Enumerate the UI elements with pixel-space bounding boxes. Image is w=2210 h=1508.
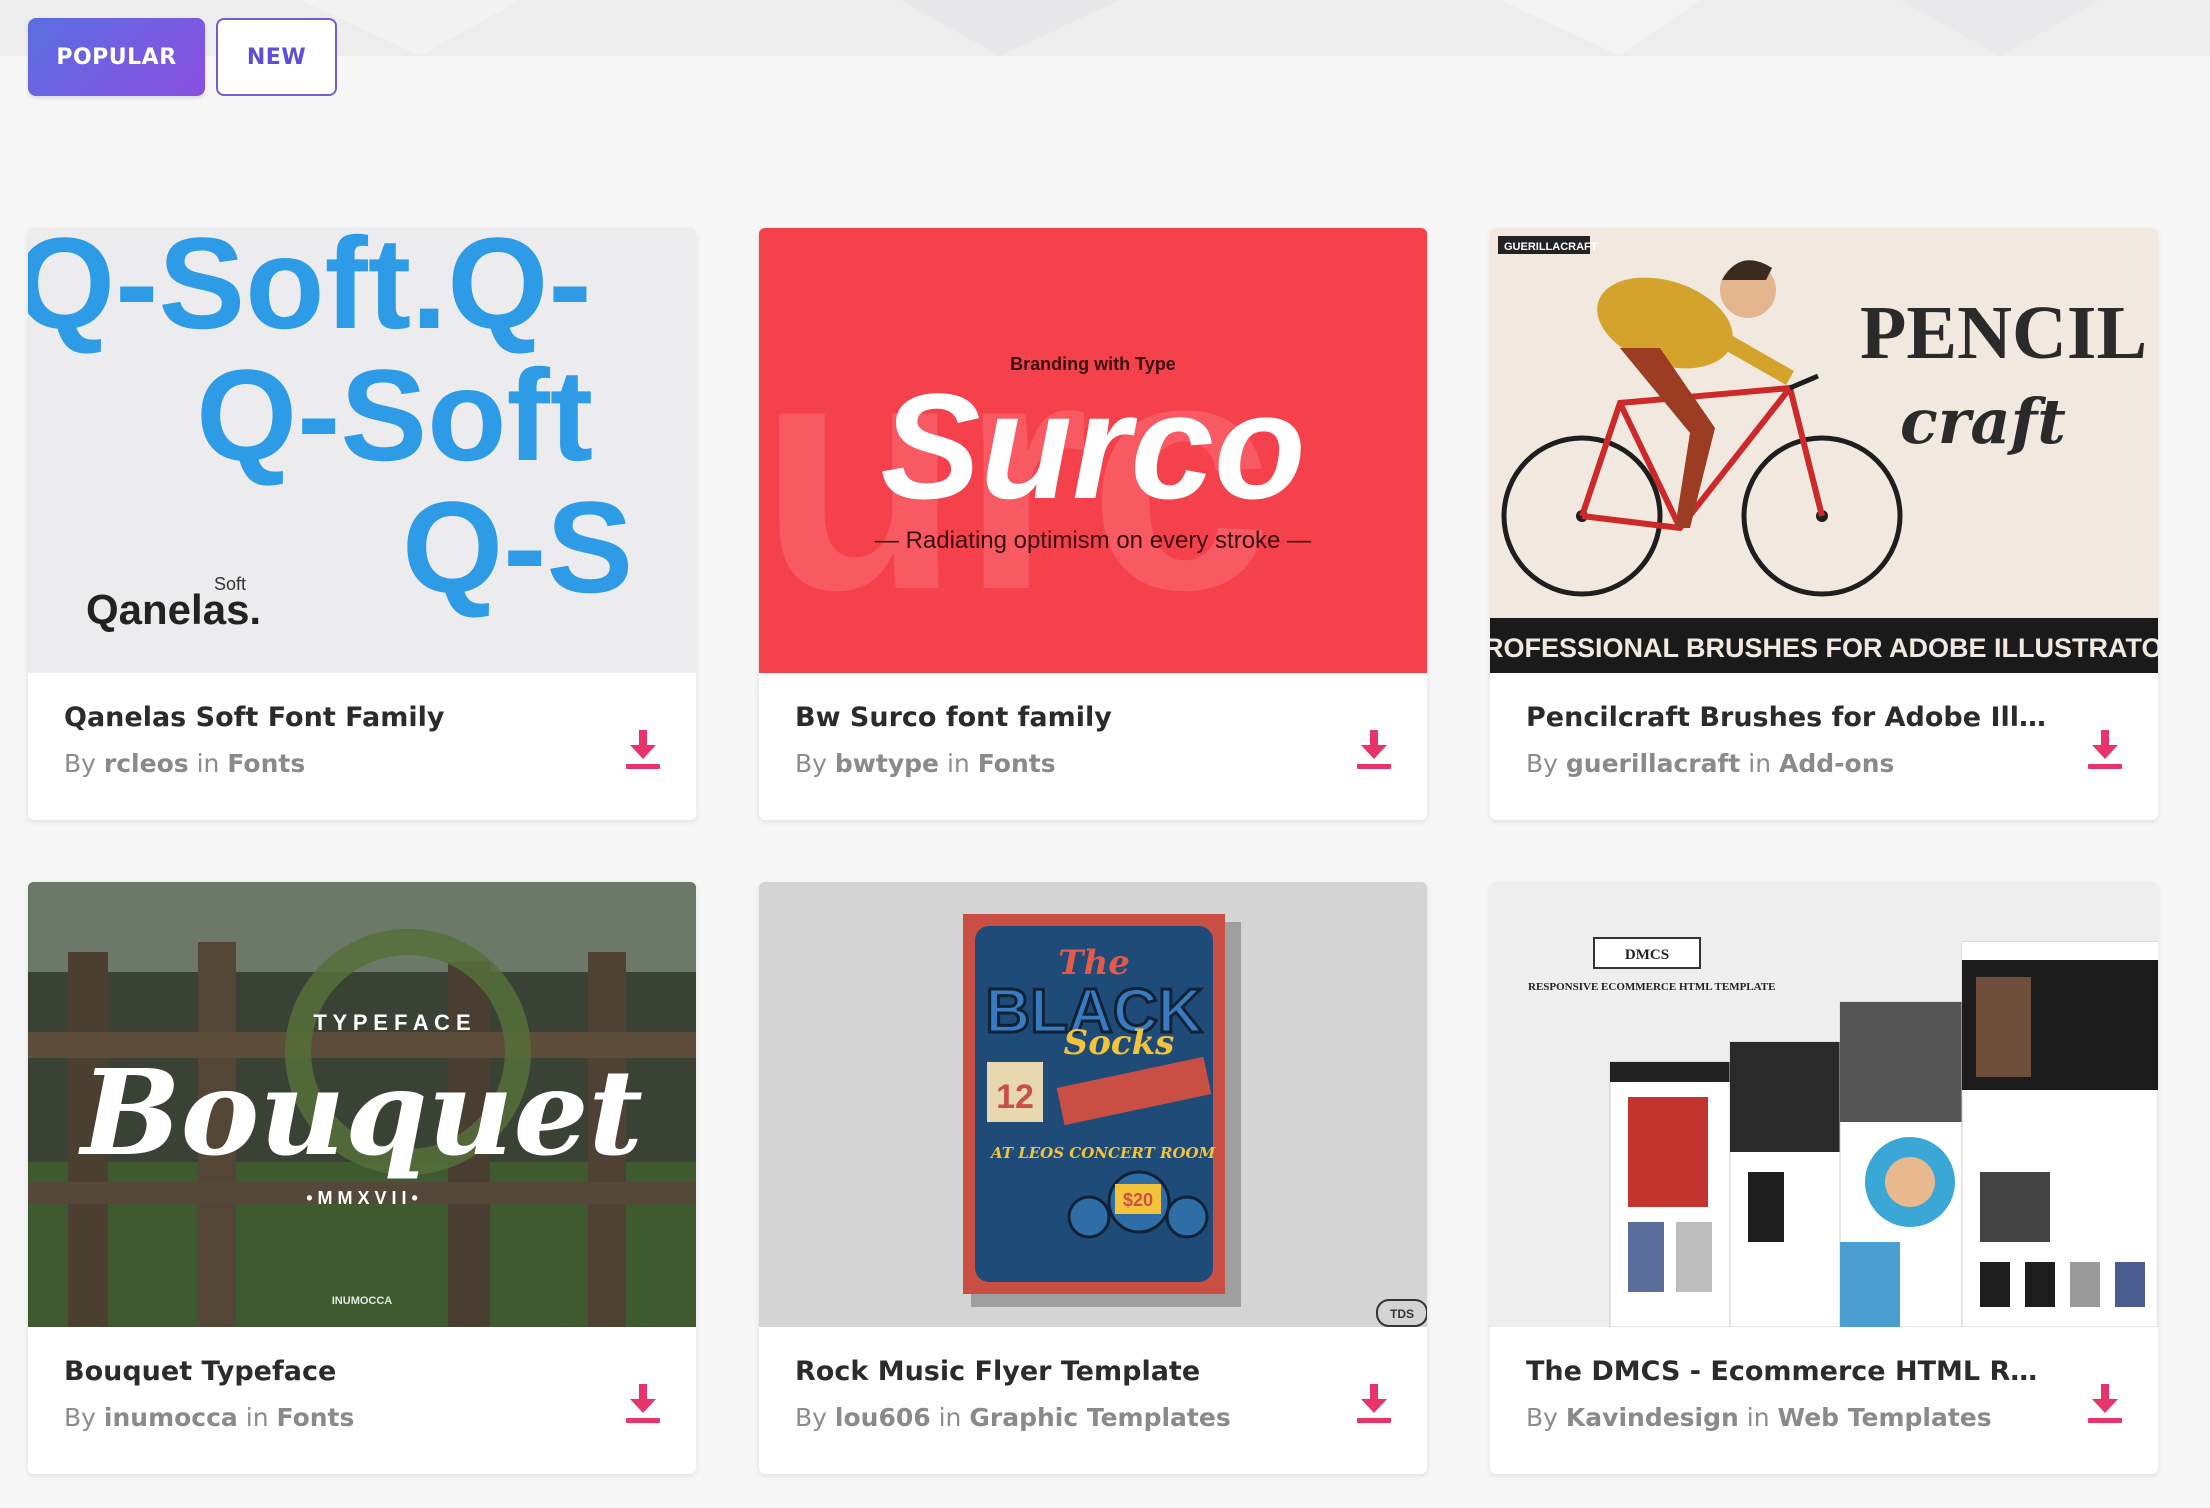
qanelas-preview-image: Q-Soft.Q- Q-Soft Q-S Soft Qanelas. — [28, 228, 696, 673]
download-icon — [626, 730, 660, 769]
item-byline: By lou606 in Graphic Templates — [795, 1403, 1231, 1432]
svg-text:12: 12 — [996, 1078, 1034, 1116]
download-button[interactable] — [624, 728, 662, 770]
item-card: GUERILLACRAFT PENCIL craft PROFESSIONAL … — [1490, 228, 2158, 820]
item-byline: By Kavindesign in Web Templates — [1526, 1403, 1992, 1432]
item-grid: Q-Soft.Q- Q-Soft Q-S Soft Qanelas. Qanel… — [28, 228, 2158, 1474]
svg-text:PENCIL: PENCIL — [1860, 291, 2147, 375]
svg-text:Qanelas.: Qanelas. — [86, 586, 261, 633]
category-link[interactable]: Fonts — [227, 749, 305, 778]
svg-text:INUMOCCA: INUMOCCA — [332, 1295, 393, 1307]
item-byline: By bwtype in Fonts — [795, 749, 1056, 778]
surco-preview-image: urc Branding with Type Surco — Radiating… — [759, 228, 1427, 673]
svg-text:Socks: Socks — [1064, 1023, 1175, 1063]
download-button[interactable] — [2086, 728, 2124, 770]
svg-text:T Y P E F A C E: T Y P E F A C E — [313, 1010, 470, 1035]
category-link[interactable]: Graphic Templates — [969, 1403, 1230, 1432]
rock-flyer-preview-image: The BLACK Socks 12 AT LEOS CONCERT ROOM … — [759, 882, 1427, 1327]
pencilcraft-preview-image: GUERILLACRAFT PENCIL craft PROFESSIONAL … — [1490, 228, 2158, 673]
author-link[interactable]: rcleos — [104, 749, 189, 778]
download-icon — [1357, 1384, 1391, 1423]
author-link[interactable]: Kavindesign — [1566, 1403, 1739, 1432]
sort-tabs: POPULAR NEW — [28, 18, 337, 96]
category-link[interactable]: Fonts — [978, 749, 1056, 778]
item-card: Q-Soft.Q- Q-Soft Q-S Soft Qanelas. Qanel… — [28, 228, 696, 820]
bouquet-preview-image: T Y P E F A C E Bouquet • M M X V I I • … — [28, 882, 696, 1327]
author-link[interactable]: guerillacraft — [1566, 749, 1740, 778]
item-thumbnail[interactable]: GUERILLACRAFT PENCIL craft PROFESSIONAL … — [1490, 228, 2158, 673]
svg-text:AT LEOS CONCERT ROOM: AT LEOS CONCERT ROOM — [989, 1144, 1216, 1162]
svg-text:PROFESSIONAL BRUSHES FOR ADOBE: PROFESSIONAL BRUSHES FOR ADOBE ILLUSTRAT… — [1490, 633, 2158, 663]
svg-text:• M M X V I I •: • M M X V I I • — [306, 1188, 418, 1208]
download-button[interactable] — [1355, 728, 1393, 770]
svg-text:DMCS: DMCS — [1625, 947, 1669, 963]
download-icon — [626, 1384, 660, 1423]
author-link[interactable]: bwtype — [835, 749, 939, 778]
item-title[interactable]: Bouquet Typeface — [64, 1356, 586, 1387]
svg-text:TDS: TDS — [1390, 1307, 1414, 1321]
dmcs-preview-image: DMCS RESPONSIVE ECOMMERCE HTML TEMPLATE — [1490, 882, 2158, 1327]
category-link[interactable]: Fonts — [277, 1403, 355, 1432]
download-icon — [2088, 1384, 2122, 1423]
item-card: The BLACK Socks 12 AT LEOS CONCERT ROOM … — [759, 882, 1427, 1474]
item-title[interactable]: Pencilcraft Brushes for Adobe Illust... — [1526, 702, 2048, 733]
author-link[interactable]: inumocca — [104, 1403, 238, 1432]
author-link[interactable]: lou606 — [835, 1403, 931, 1432]
svg-text:Q-Soft: Q-Soft — [196, 342, 593, 488]
download-icon — [2088, 730, 2122, 769]
svg-text:craft: craft — [1900, 385, 2066, 458]
item-title[interactable]: Qanelas Soft Font Family — [64, 702, 586, 733]
download-button[interactable] — [624, 1382, 662, 1424]
item-byline: By rcleos in Fonts — [64, 749, 306, 778]
item-title[interactable]: The DMCS - Ecommerce HTML Resp... — [1526, 1356, 2048, 1387]
svg-text:Surco: Surco — [880, 362, 1305, 530]
svg-text:GUERILLACRAFT: GUERILLACRAFT — [1504, 241, 1598, 253]
item-byline: By guerillacraft in Add-ons — [1526, 749, 1895, 778]
item-thumbnail[interactable]: Q-Soft.Q- Q-Soft Q-S Soft Qanelas. — [28, 228, 696, 673]
download-button[interactable] — [2086, 1382, 2124, 1424]
item-thumbnail[interactable]: urc Branding with Type Surco — Radiating… — [759, 228, 1427, 673]
tab-popular[interactable]: POPULAR — [28, 18, 205, 96]
svg-text:RESPONSIVE ECOMMERCE HTML TEMP: RESPONSIVE ECOMMERCE HTML TEMPLATE — [1528, 981, 1775, 993]
svg-text:$20: $20 — [1123, 1190, 1153, 1210]
category-link[interactable]: Add-ons — [1779, 749, 1894, 778]
item-card: urc Branding with Type Surco — Radiating… — [759, 228, 1427, 820]
item-card: DMCS RESPONSIVE ECOMMERCE HTML TEMPLATE — [1490, 882, 2158, 1474]
svg-text:Q-S: Q-S — [402, 474, 633, 620]
item-thumbnail[interactable]: T Y P E F A C E Bouquet • M M X V I I • … — [28, 882, 696, 1327]
download-button[interactable] — [1355, 1382, 1393, 1424]
item-title[interactable]: Rock Music Flyer Template — [795, 1356, 1317, 1387]
svg-text:— Radiating optimism on every: — Radiating optimism on every stroke — — [875, 527, 1311, 554]
item-thumbnail[interactable]: DMCS RESPONSIVE ECOMMERCE HTML TEMPLATE — [1490, 882, 2158, 1327]
tab-new[interactable]: NEW — [216, 18, 337, 96]
download-icon — [1357, 730, 1391, 769]
category-link[interactable]: Web Templates — [1778, 1403, 1992, 1432]
item-title[interactable]: Bw Surco font family — [795, 702, 1317, 733]
svg-text:Bouquet: Bouquet — [78, 1043, 643, 1182]
item-card: T Y P E F A C E Bouquet • M M X V I I • … — [28, 882, 696, 1474]
svg-text:Q-Soft.Q-: Q-Soft.Q- — [28, 228, 592, 356]
item-thumbnail[interactable]: The BLACK Socks 12 AT LEOS CONCERT ROOM … — [759, 882, 1427, 1327]
item-byline: By inumocca in Fonts — [64, 1403, 355, 1432]
